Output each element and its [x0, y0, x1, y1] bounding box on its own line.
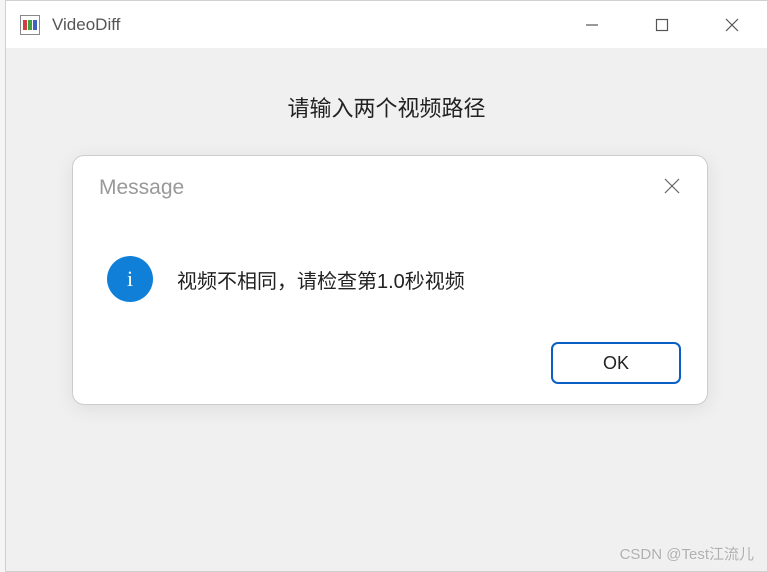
- maximize-button[interactable]: [627, 1, 697, 48]
- ok-button[interactable]: OK: [551, 342, 681, 384]
- titlebar: VideoDiff: [6, 1, 767, 49]
- minimize-button[interactable]: [557, 1, 627, 48]
- maximize-icon: [655, 18, 669, 32]
- dialog-close-button[interactable]: [663, 177, 681, 200]
- dialog-header: Message: [99, 176, 681, 200]
- message-dialog: Message i 视频不相同，请检查第1.0秒视频 OK: [72, 155, 708, 405]
- close-icon: [725, 18, 739, 32]
- dialog-footer: OK: [99, 334, 681, 384]
- info-icon: i: [107, 256, 153, 302]
- close-button[interactable]: [697, 1, 767, 48]
- app-icon: [20, 15, 40, 35]
- close-icon: [663, 177, 681, 195]
- watermark: CSDN @Test江流儿: [620, 543, 754, 564]
- dialog-body: i 视频不相同，请检查第1.0秒视频: [99, 224, 681, 334]
- dialog-title: Message: [99, 176, 184, 200]
- page-heading: 请输入两个视频路径: [6, 91, 767, 123]
- window-title: VideoDiff: [52, 15, 557, 35]
- dialog-message: 视频不相同，请检查第1.0秒视频: [177, 265, 465, 294]
- window-controls: [557, 1, 767, 48]
- minimize-icon: [585, 18, 599, 32]
